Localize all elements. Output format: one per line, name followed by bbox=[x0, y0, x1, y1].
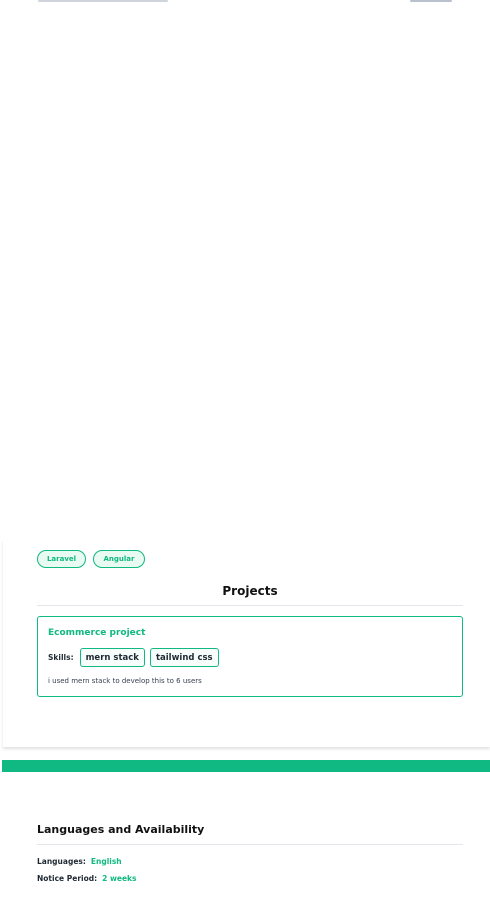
project-name: Ecommerce project bbox=[48, 628, 146, 638]
languages-row: Languages: English bbox=[37, 857, 122, 866]
languages-value: English bbox=[90, 857, 122, 866]
skill-chip: Laravel bbox=[37, 550, 86, 568]
projects-divider bbox=[37, 605, 463, 606]
project-skills: Skills: mern stack tailwind css bbox=[48, 648, 219, 667]
project-skill-tag: tailwind css bbox=[149, 648, 219, 667]
notice-period-row: Notice Period: 2 weeks bbox=[37, 874, 137, 883]
top-header-remnant bbox=[0, 0, 490, 4]
notice-period-label: Notice Period: bbox=[37, 874, 98, 883]
header-text-fragment bbox=[38, 0, 168, 2]
languages-divider bbox=[37, 844, 463, 845]
project-card: Ecommerce project Skills: mern stack tai… bbox=[37, 616, 463, 697]
languages-label: Languages: bbox=[37, 857, 86, 866]
section-separator-band bbox=[2, 760, 490, 772]
project-skills-label: Skills: bbox=[48, 653, 74, 662]
project-description: i used mern stack to develop this to 6 u… bbox=[48, 677, 202, 685]
languages-availability-title: Languages and Availability bbox=[37, 823, 205, 836]
skill-chip: Angular bbox=[93, 550, 145, 568]
header-button-fragment bbox=[410, 0, 452, 2]
project-skill-tag: mern stack bbox=[79, 648, 145, 667]
skills-chip-list: Laravel Angular bbox=[37, 550, 145, 568]
notice-period-value: 2 weeks bbox=[102, 874, 137, 883]
projects-title: Projects bbox=[222, 584, 278, 598]
